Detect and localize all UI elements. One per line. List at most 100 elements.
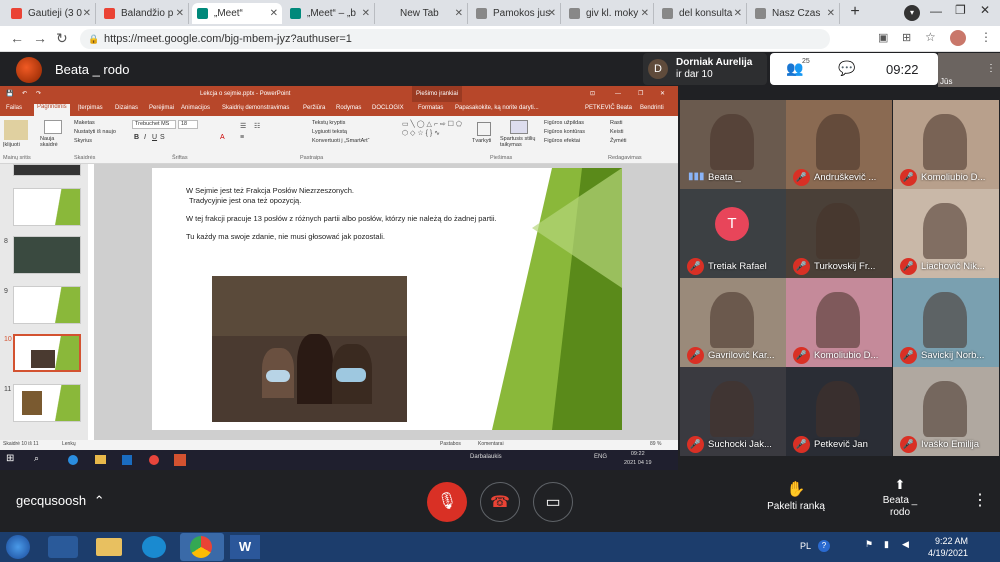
self-menu-icon[interactable]: ⋮ xyxy=(986,63,996,74)
slide-thumb[interactable] xyxy=(13,384,81,422)
close-window-icon[interactable]: ✕ xyxy=(980,3,990,17)
camera-toggle-button[interactable]: ▭ xyxy=(533,482,573,522)
ppt-tab[interactable]: Skaidrių demonstravimas xyxy=(222,105,289,111)
minimize-icon[interactable]: — xyxy=(930,4,942,18)
close-tab-icon[interactable]: ✕ xyxy=(176,3,184,24)
redo-icon[interactable]: ↷ xyxy=(36,86,41,102)
find-button[interactable]: Rasti xyxy=(610,120,623,126)
paste-label[interactable]: Įklijuoti xyxy=(3,142,20,148)
bookmark-star-icon[interactable]: ☆ xyxy=(925,30,936,44)
camera-indicator-icon[interactable]: ▣ xyxy=(878,31,888,44)
meeting-code[interactable]: gecqusoosh ⌃ xyxy=(16,493,105,509)
participant-tile[interactable]: ▮▮▮ Beata _ xyxy=(680,100,786,189)
browser-menu-icon[interactable]: ⋮ xyxy=(980,30,992,44)
word-icon[interactable]: W xyxy=(230,535,260,559)
people-icon[interactable]: 👥 xyxy=(786,60,803,77)
ppt-maximize-icon[interactable]: ❐ xyxy=(638,86,643,102)
new-slide-label[interactable]: Nauja skaidrė xyxy=(40,136,68,148)
participant-tile[interactable]: 🎤 Komoliubio D... xyxy=(786,278,892,367)
tell-me-field[interactable]: Papasakokite, ką norite daryti... xyxy=(455,105,539,111)
profile-menu-icon[interactable]: ▾ xyxy=(904,5,920,21)
slide-thumb[interactable] xyxy=(13,236,81,274)
raise-hand-button[interactable]: ✋ Pakelti ranką xyxy=(760,480,832,512)
translate-icon[interactable]: ⊞ xyxy=(902,31,911,44)
presenting-button[interactable]: ⬆ Beata _ rodo xyxy=(872,477,928,519)
leave-call-button[interactable]: ☎ xyxy=(480,482,520,522)
browser-tab[interactable]: New Tab ✕ xyxy=(378,3,468,24)
browser-tab[interactable]: „Meet“ – „b ✕ xyxy=(285,3,375,24)
font-size-field[interactable]: 18 xyxy=(178,120,198,129)
mic-toggle-button[interactable]: 🎙 xyxy=(427,482,467,522)
font-name-field[interactable]: Trebuchet MS xyxy=(132,120,176,129)
font-color-icon[interactable]: A xyxy=(220,134,225,141)
participant-tile[interactable]: 🎤 Andruškevič ... xyxy=(786,100,892,189)
close-tab-icon[interactable]: ✕ xyxy=(455,3,463,24)
shape-fill-button[interactable]: Figūros užpildas xyxy=(544,120,584,126)
close-tab-icon[interactable]: ✕ xyxy=(548,3,556,24)
reload-icon[interactable]: ↻ xyxy=(56,30,68,47)
paste-icon[interactable] xyxy=(4,120,28,140)
chrome-taskbar-item[interactable] xyxy=(180,533,224,561)
ppt-tab[interactable]: Įterpimas xyxy=(78,105,103,111)
shape-outline-button[interactable]: Figūros kontūras xyxy=(544,129,585,135)
ppt-tab[interactable]: Animacijos xyxy=(181,105,210,111)
browser-tab[interactable]: Nasz Czas ✕ xyxy=(750,3,840,24)
ppt-tab[interactable]: Failas xyxy=(6,105,22,111)
slide-thumb[interactable] xyxy=(13,286,81,324)
quick-styles-label[interactable]: Spartusis stilių taikymas xyxy=(500,136,540,148)
align-text-button[interactable]: Lygiuoti tekstą xyxy=(312,129,347,135)
more-options-icon[interactable]: ⋮ xyxy=(972,490,988,510)
arrange-icon[interactable] xyxy=(477,122,491,136)
chat-icon[interactable]: 💬 xyxy=(838,60,855,77)
browser-tab[interactable]: „Meet“ ✕ xyxy=(192,3,282,24)
smartart-button[interactable]: Konvertuoti į „SmartArt“ xyxy=(312,138,369,144)
ppt-minimize-icon[interactable]: — xyxy=(615,86,621,102)
participant-tile[interactable]: T 🎤 Tretiak Rafael xyxy=(680,189,786,278)
flag-icon[interactable]: ⚑ xyxy=(865,539,873,550)
ppt-tab[interactable]: Pagrindinis xyxy=(34,104,70,116)
select-button[interactable]: Žymėti xyxy=(610,138,627,144)
numbering-icon[interactable]: ☷ xyxy=(254,122,260,130)
self-view[interactable]: Jūs ⋮ xyxy=(938,53,1000,87)
back-icon[interactable]: ← xyxy=(10,30,24,46)
url-field[interactable]: 🔒 https://meet.google.com/bjg-mbem-jyz?a… xyxy=(80,29,830,49)
notes-button[interactable]: Pastabos xyxy=(440,441,461,447)
text-direction-button[interactable]: Tekstų kryptis xyxy=(312,120,345,126)
italic-icon[interactable]: I xyxy=(144,134,146,141)
arrange-label[interactable]: Tvarkyti xyxy=(472,138,491,144)
ppt-ribbon-toggle-icon[interactable]: ⊡ xyxy=(590,86,595,102)
undo-icon[interactable]: ↶ xyxy=(22,86,27,102)
reset-button[interactable]: Nustatyti iš naujo xyxy=(74,129,116,135)
zoom-level[interactable]: 89 % xyxy=(650,441,661,447)
ppt-tab[interactable]: DOCLOGIX xyxy=(372,105,404,111)
participant-tile[interactable]: 🎤 Turkovskij Fr... xyxy=(786,189,892,278)
bullets-icon[interactable]: ☰ xyxy=(240,122,246,130)
ppt-close-icon[interactable]: ✕ xyxy=(660,86,665,102)
comments-button[interactable]: Komentarai xyxy=(478,441,504,447)
section-button[interactable]: Skyrius xyxy=(74,138,92,144)
browser-tab[interactable]: Pamokos jus ✕ xyxy=(471,3,561,24)
media-player-icon[interactable] xyxy=(48,536,78,558)
save-icon[interactable]: 💾 xyxy=(6,86,13,102)
slide-thumb-selected[interactable] xyxy=(13,334,81,372)
close-tab-icon[interactable]: ✕ xyxy=(734,3,742,24)
participant-tile[interactable]: 🎤 Petkevič Jan xyxy=(786,367,892,456)
participant-tile[interactable]: 🎤 Suchocki Jak... xyxy=(680,367,786,456)
shape-effects-button[interactable]: Figūros efektai xyxy=(544,138,580,144)
slide-thumb[interactable] xyxy=(13,188,81,226)
ppt-tab[interactable]: Peržiūra xyxy=(303,105,325,111)
start-button[interactable] xyxy=(6,535,30,559)
network-icon[interactable]: ▮ xyxy=(884,539,889,550)
close-tab-icon[interactable]: ✕ xyxy=(83,3,91,24)
align-left-icon[interactable]: ≡ xyxy=(240,134,244,141)
slide-textbox[interactable]: W Sejmie jest też Frakcja Posłów Niezrze… xyxy=(186,186,516,242)
participant-tile[interactable]: 🎤 Liachovič Nik... xyxy=(893,189,999,278)
slide-photo[interactable] xyxy=(212,276,407,422)
new-tab-button[interactable]: + xyxy=(845,4,865,22)
shadow-icon[interactable]: S xyxy=(160,134,165,141)
participant-tile[interactable]: 🎤 Gavrilovič Kar... xyxy=(680,278,786,367)
quick-styles-icon[interactable] xyxy=(510,120,528,134)
replace-button[interactable]: Keisti xyxy=(610,129,623,135)
current-slide[interactable]: W Sejmie jest też Frakcja Posłów Niezrze… xyxy=(152,168,622,430)
layout-button[interactable]: Maketas xyxy=(74,120,95,126)
